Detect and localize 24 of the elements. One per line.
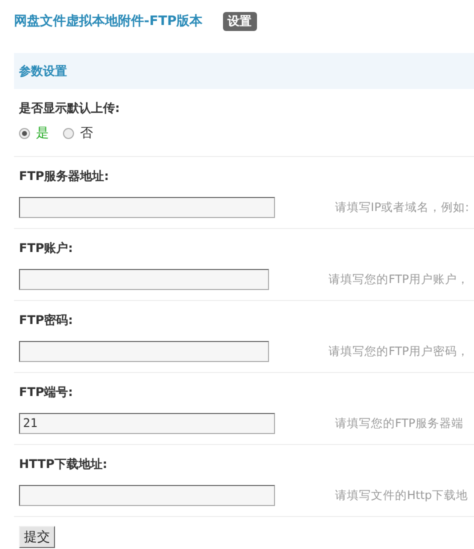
radio-label: 否 bbox=[80, 125, 93, 142]
input-field[interactable] bbox=[19, 268, 269, 290]
input-field[interactable] bbox=[19, 484, 275, 506]
field-label: FTP账户: bbox=[19, 240, 74, 257]
field-hint: 请填写文件的Http下载地 bbox=[335, 488, 468, 502]
input-field[interactable]: 21 bbox=[19, 412, 275, 434]
field-label: FTP密码: bbox=[19, 312, 74, 329]
field-label: FTP服务器地址: bbox=[19, 168, 110, 185]
submit-button[interactable]: 提交 bbox=[19, 526, 55, 548]
field-hint: 请填写您的FTP服务器端 bbox=[335, 416, 464, 430]
radio-label: 是 bbox=[36, 125, 49, 142]
radio-button[interactable] bbox=[19, 128, 30, 138]
input-field[interactable] bbox=[19, 196, 275, 218]
field-label: 是否显示默认上传: bbox=[19, 100, 121, 117]
page-title: 网盘文件虚拟本地附件-FTP版本 bbox=[14, 12, 203, 30]
field-label: HTTP下载地址: bbox=[19, 456, 108, 473]
field-label: FTP端号: bbox=[19, 384, 74, 401]
field-hint: 请填写IP或者域名，例如: bbox=[334, 200, 469, 214]
radio-button[interactable] bbox=[63, 128, 74, 138]
section-title: 参数设置 bbox=[19, 62, 67, 80]
settings-tag: 设置 bbox=[222, 12, 257, 30]
input-field[interactable] bbox=[19, 340, 269, 362]
field-hint: 请填写您的FTP用户账户， bbox=[328, 272, 469, 286]
field-hint: 请填写您的FTP用户密码， bbox=[328, 344, 469, 358]
